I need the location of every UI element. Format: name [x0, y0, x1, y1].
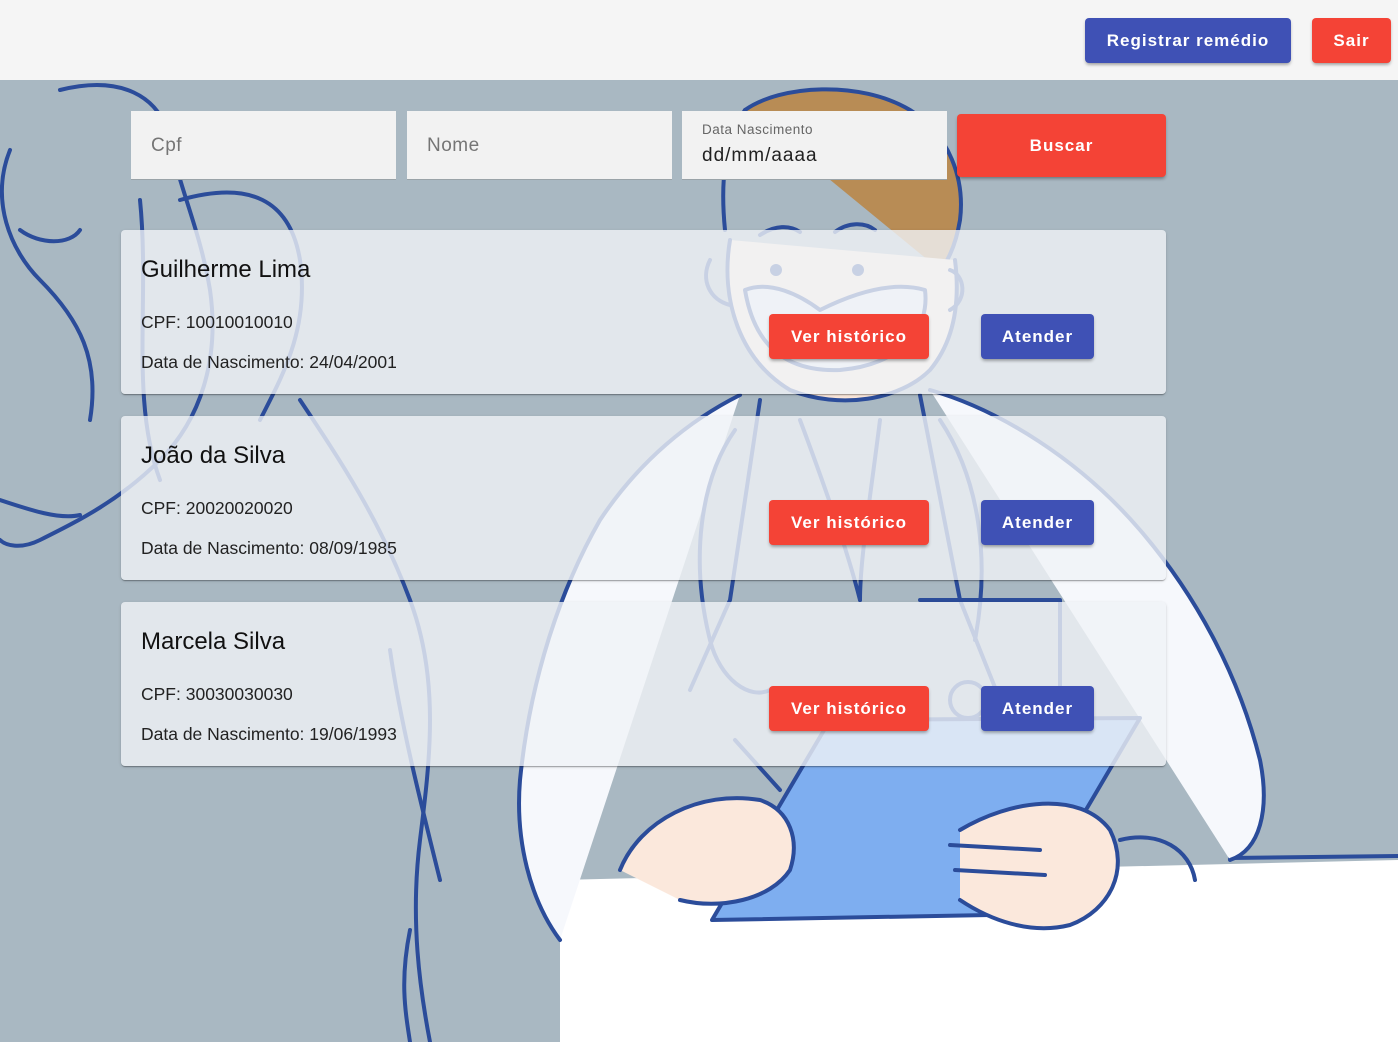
patient-cpf: CPF: 20020020020 [141, 498, 293, 518]
patient-birthdate: Data de Nascimento: 19/06/1993 [141, 724, 397, 744]
view-history-button[interactable]: Ver histórico [769, 314, 929, 359]
name-field[interactable]: Nome [407, 111, 672, 180]
logout-button[interactable]: Sair [1312, 18, 1391, 63]
patient-birthdate: Data de Nascimento: 24/04/2001 [141, 352, 397, 372]
patient-card: Marcela Silva CPF: 30030030030 Data de N… [121, 602, 1166, 766]
patient-birthdate: Data de Nascimento: 08/09/1985 [141, 538, 397, 558]
register-medicine-button[interactable]: Registrar remédio [1085, 18, 1291, 63]
birthdate-label: Data Nascimento [702, 122, 814, 137]
search-button[interactable]: Buscar [957, 114, 1166, 177]
cpf-field[interactable]: Cpf [131, 111, 396, 180]
attend-button[interactable]: Atender [981, 314, 1094, 359]
patient-cpf: CPF: 10010010010 [141, 312, 293, 332]
patient-name: Marcela Silva [141, 628, 286, 655]
attend-button[interactable]: Atender [981, 686, 1094, 731]
patient-name: João da Silva [141, 442, 286, 469]
birthdate-value: dd/mm/aaaa [702, 145, 818, 166]
patient-card: João da Silva CPF: 20020020020 Data de N… [121, 416, 1166, 580]
view-history-button[interactable]: Ver histórico [769, 686, 929, 731]
name-placeholder: Nome [427, 135, 480, 156]
patient-cpf: CPF: 30030030030 [141, 684, 293, 704]
birthdate-field[interactable]: Data Nascimento dd/mm/aaaa [682, 111, 947, 180]
attend-button[interactable]: Atender [981, 500, 1094, 545]
patient-name: Guilherme Lima [141, 256, 311, 283]
patient-card: Guilherme Lima CPF: 10010010010 Data de … [121, 230, 1166, 394]
cpf-placeholder: Cpf [151, 135, 183, 156]
view-history-button[interactable]: Ver histórico [769, 500, 929, 545]
top-app-bar: Registrar remédio Sair [0, 0, 1398, 80]
